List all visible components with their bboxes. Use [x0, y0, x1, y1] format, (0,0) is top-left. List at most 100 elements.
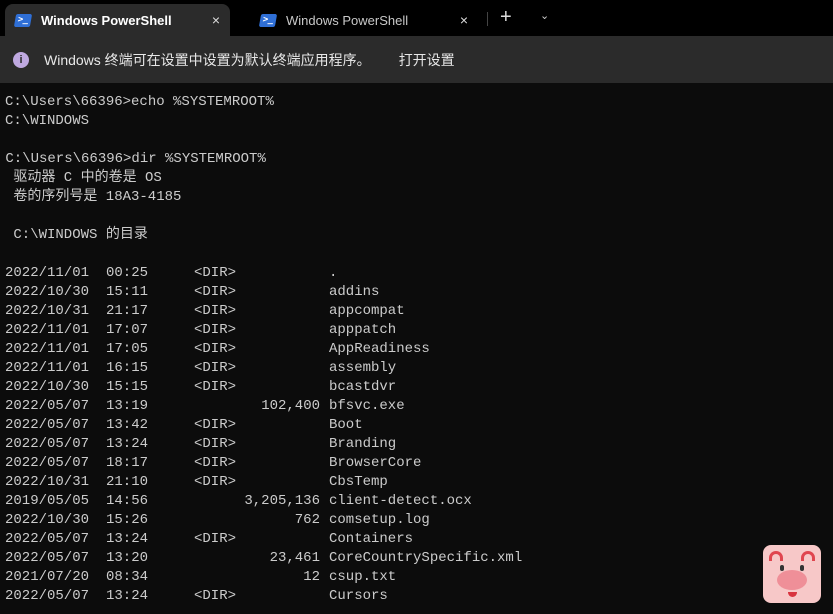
- dir-entry: 2022/11/01 17:07 <DIR> apppatch: [5, 321, 833, 340]
- dir-entry: 2022/11/01 17:05 <DIR> AppReadiness: [5, 340, 833, 359]
- entry-dir: <DIR>: [194, 265, 237, 281]
- entry-name: BrowserCore: [329, 455, 422, 471]
- powershell-icon: >_: [258, 13, 278, 27]
- entry-date: 2022/11/01: [5, 341, 90, 357]
- entry-name: csup.txt: [329, 569, 397, 585]
- entry-time: 15:15: [106, 379, 149, 395]
- entry-name: AppReadiness: [329, 341, 430, 357]
- close-icon[interactable]: ×: [460, 12, 468, 28]
- chevron-down-icon[interactable]: ⌄: [540, 9, 549, 22]
- entry-name: Cursors: [329, 588, 388, 604]
- entry-dir: <DIR>: [194, 417, 237, 433]
- entry-name: .: [329, 265, 338, 281]
- dir-entry: 2022/11/01 16:15 <DIR> assembly: [5, 359, 833, 378]
- dir-entry: 2022/10/30 15:26 762 comsetup.log: [5, 511, 833, 530]
- entry-size: 762: [294, 512, 320, 528]
- entry-name: CoreCountrySpecific.xml: [329, 550, 523, 566]
- new-tab-button[interactable]: +: [500, 6, 512, 29]
- entry-dir: <DIR>: [194, 360, 237, 376]
- entry-name: bcastdvr: [329, 379, 397, 395]
- pig-mascot-icon[interactable]: [763, 545, 821, 603]
- close-icon[interactable]: ×: [212, 12, 220, 28]
- entry-date: 2019/05/05: [5, 493, 90, 509]
- entry-time: 18:17: [106, 455, 149, 471]
- terminal-line: 卷的序列号是 18A3-4185: [5, 189, 182, 205]
- divider: [487, 12, 488, 26]
- entry-date: 2022/05/07: [5, 588, 90, 604]
- info-icon: i: [13, 51, 29, 68]
- info-message: Windows 终端可在设置中设置为默认终端应用程序。: [44, 51, 371, 68]
- dir-entry: 2022/05/07 13:24 <DIR> Branding: [5, 435, 833, 454]
- entry-time: 16:15: [106, 360, 149, 376]
- entry-name: Containers: [329, 531, 414, 547]
- dir-entry: 2019/05/05 14:56 3,205,136 client-detect.oc…: [5, 492, 833, 511]
- entry-dir: <DIR>: [194, 341, 237, 357]
- entry-time: 21:10: [106, 474, 149, 490]
- entry-dir: <DIR>: [194, 588, 237, 604]
- entry-date: 2022/05/07: [5, 550, 90, 566]
- entry-name: assembly: [329, 360, 397, 376]
- entry-time: 08:34: [106, 569, 149, 585]
- tab-title: Windows PowerShell: [286, 12, 409, 28]
- terminal-line: C:\Users\66396>echo %SYSTEMROOT%: [5, 94, 274, 110]
- dir-entry: 2022/10/30 15:11 <DIR> addins: [5, 283, 833, 302]
- entry-date: 2022/05/07: [5, 398, 90, 414]
- info-bar: i Windows 终端可在设置中设置为默认终端应用程序。 打开设置: [0, 36, 833, 83]
- entry-time: 14:56: [106, 493, 149, 509]
- entry-date: 2022/05/07: [5, 531, 90, 547]
- entry-date: 2022/11/01: [5, 360, 90, 376]
- entry-name: Boot: [329, 417, 363, 433]
- dir-entry: 2021/07/20 08:34 12 csup.txt: [5, 568, 833, 587]
- tab-powershell-2[interactable]: >_ Windows PowerShell ×: [250, 4, 478, 36]
- entry-date: 2022/05/07: [5, 417, 90, 433]
- entry-time: 13:24: [106, 588, 149, 604]
- terminal-output[interactable]: C:\Users\66396>echo %SYSTEMROOT% C:\WINDO…: [5, 93, 833, 606]
- entry-time: 13:20: [106, 550, 149, 566]
- entry-time: 13:42: [106, 417, 149, 433]
- dir-entry: 2022/05/07 18:17 <DIR> BrowserCore: [5, 454, 833, 473]
- dir-entry: 2022/05/07 13:19 102,400 bfsvc.exe: [5, 397, 833, 416]
- entry-name: bfsvc.exe: [329, 398, 405, 414]
- entry-time: 13:24: [106, 436, 149, 452]
- terminal-line: C:\WINDOWS: [5, 113, 90, 129]
- entry-time: 15:11: [106, 284, 149, 300]
- entry-dir: <DIR>: [194, 322, 237, 338]
- tab-bar: >_ Windows PowerShell × >_ Windows Power…: [0, 0, 833, 36]
- entry-name: Branding: [329, 436, 397, 452]
- entry-size: 23,461: [269, 550, 320, 566]
- entry-size: 3,205,136: [244, 493, 320, 509]
- entry-dir: <DIR>: [194, 284, 237, 300]
- dir-entry: 2022/10/31 21:17 <DIR> appcompat: [5, 302, 833, 321]
- powershell-icon: >_: [13, 13, 33, 27]
- entry-date: 2022/05/07: [5, 436, 90, 452]
- terminal-line: C:\WINDOWS 的目录: [5, 227, 148, 243]
- entry-dir: <DIR>: [194, 455, 237, 471]
- entry-name: client-detect.ocx: [329, 493, 472, 509]
- entry-size: 12: [303, 569, 320, 585]
- entry-date: 2022/10/30: [5, 379, 90, 395]
- open-settings-link[interactable]: 打开设置: [399, 50, 455, 70]
- entry-date: 2022/10/31: [5, 474, 90, 490]
- entry-date: 2022/05/07: [5, 455, 90, 471]
- entry-name: appcompat: [329, 303, 405, 319]
- entry-time: 17:05: [106, 341, 149, 357]
- terminal-line: C:\Users\66396>dir %SYSTEMROOT%: [0, 151, 266, 167]
- entry-size: 102,400: [261, 398, 320, 414]
- entry-date: 2022/10/30: [5, 284, 90, 300]
- entry-time: 00:25: [106, 265, 149, 281]
- entry-time: 13:24: [106, 531, 149, 547]
- entry-dir: <DIR>: [194, 531, 237, 547]
- entry-dir: <DIR>: [194, 379, 237, 395]
- entry-name: comsetup.log: [329, 512, 430, 528]
- tab-powershell-1[interactable]: >_ Windows PowerShell ×: [5, 4, 230, 36]
- dir-entry: 2022/10/31 21:10 <DIR> CbsTemp: [5, 473, 833, 492]
- dir-entry: 2022/05/07 13:24 <DIR> Cursors: [5, 587, 833, 606]
- entry-date: 2022/11/01: [5, 265, 90, 281]
- entry-time: 15:26: [106, 512, 149, 528]
- dir-entry: 2022/05/07 13:20 23,461 CoreCountrySpecific…: [5, 549, 833, 568]
- entry-dir: <DIR>: [194, 303, 237, 319]
- dir-entry: 2022/05/07 13:24 <DIR> Containers: [5, 530, 833, 549]
- entry-dir: <DIR>: [194, 436, 237, 452]
